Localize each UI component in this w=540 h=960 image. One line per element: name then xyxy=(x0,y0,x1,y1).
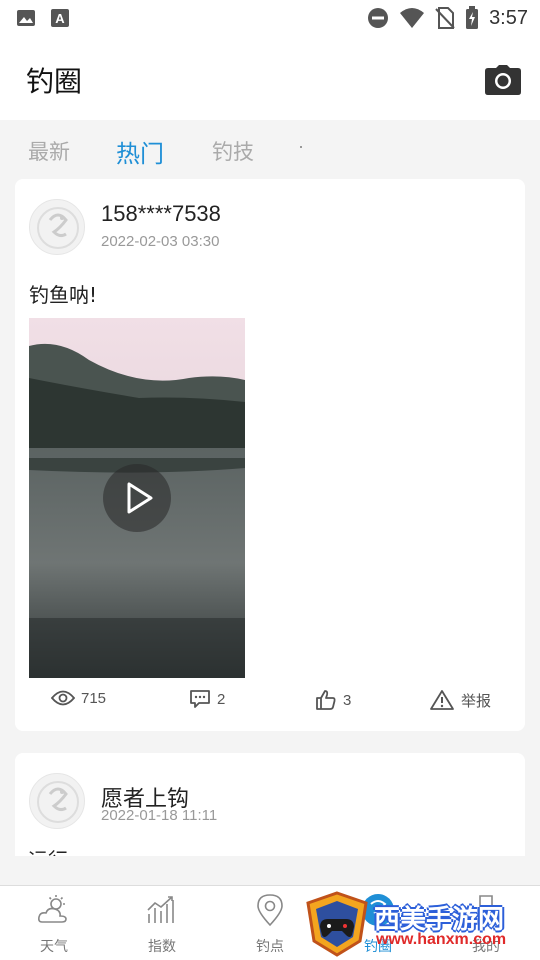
warning-icon xyxy=(430,690,454,710)
like-button[interactable]: 3 xyxy=(315,689,351,711)
avatar-logo-icon xyxy=(37,781,79,823)
post-time: 2022-02-03 03:30 xyxy=(101,233,220,250)
eye-icon xyxy=(51,690,75,706)
a-notification-icon: A xyxy=(51,9,69,27)
svg-text:A: A xyxy=(55,11,65,26)
nav-spots[interactable]: 钓点 xyxy=(230,892,310,956)
avatar[interactable] xyxy=(29,199,85,255)
views-value: 715 xyxy=(81,689,107,707)
post-text: 运行 xyxy=(28,844,68,856)
tab-latest[interactable]: 最新 xyxy=(28,136,70,166)
battery-charging-icon xyxy=(466,6,479,29)
nav-label: 指数 xyxy=(148,939,176,955)
location-icon xyxy=(257,894,283,927)
nav-weather[interactable]: 天气 xyxy=(14,892,94,956)
post-card[interactable]: 愿者上钩 2022-01-18 11:11 xyxy=(15,753,525,873)
status-bar: A 3:57 xyxy=(0,0,540,36)
comment-icon xyxy=(190,690,210,708)
dnd-icon xyxy=(368,8,389,28)
nav-label: 天气 xyxy=(40,939,68,955)
nav-index[interactable]: 指数 xyxy=(122,892,202,956)
image-icon xyxy=(17,10,35,26)
play-button[interactable] xyxy=(103,464,171,532)
views-count: 715 xyxy=(51,689,106,707)
divider-dot xyxy=(300,146,302,148)
weather-icon xyxy=(38,895,67,923)
avatar[interactable] xyxy=(29,773,85,829)
tab-hot[interactable]: 热门 xyxy=(116,134,164,169)
video-thumbnail[interactable] xyxy=(29,318,245,678)
post-time: 2022-01-18 11:11 xyxy=(101,807,218,824)
thumbs-up-icon xyxy=(316,690,336,710)
avatar-logo-icon xyxy=(37,207,79,249)
app-bar: 钓圈 xyxy=(0,36,540,120)
gamepad-logo-icon xyxy=(306,891,368,957)
report-button[interactable]: 举报 xyxy=(429,689,491,711)
post-card[interactable]: 158****7538 2022-02-03 03:30 钓鱼呐! 715 2 … xyxy=(15,179,525,731)
tab-skills[interactable]: 钓技 xyxy=(212,136,254,166)
watermark: 西美手游网 www.hanxm.com xyxy=(300,889,540,960)
post-actions: 715 2 3 举报 xyxy=(15,683,525,719)
play-icon xyxy=(127,482,153,514)
watermark-url: www.hanxm.com xyxy=(376,931,507,948)
wifi-icon xyxy=(400,8,425,28)
camera-icon[interactable] xyxy=(484,64,522,96)
tab-bar: 最新 热门 钓技 xyxy=(0,122,540,178)
status-time: 3:57 xyxy=(489,6,528,29)
report-label: 举报 xyxy=(461,691,492,710)
no-sim-icon xyxy=(435,7,455,29)
post-text: 钓鱼呐! xyxy=(29,283,98,307)
chart-icon xyxy=(147,896,174,923)
comment-button[interactable]: 2 xyxy=(189,689,225,709)
username[interactable]: 158****7538 xyxy=(101,201,221,227)
page-title: 钓圈 xyxy=(26,65,83,98)
comments-value: 2 xyxy=(217,690,226,708)
content-gap xyxy=(0,856,540,886)
likes-value: 3 xyxy=(343,691,352,709)
nav-label: 钓点 xyxy=(256,939,284,955)
